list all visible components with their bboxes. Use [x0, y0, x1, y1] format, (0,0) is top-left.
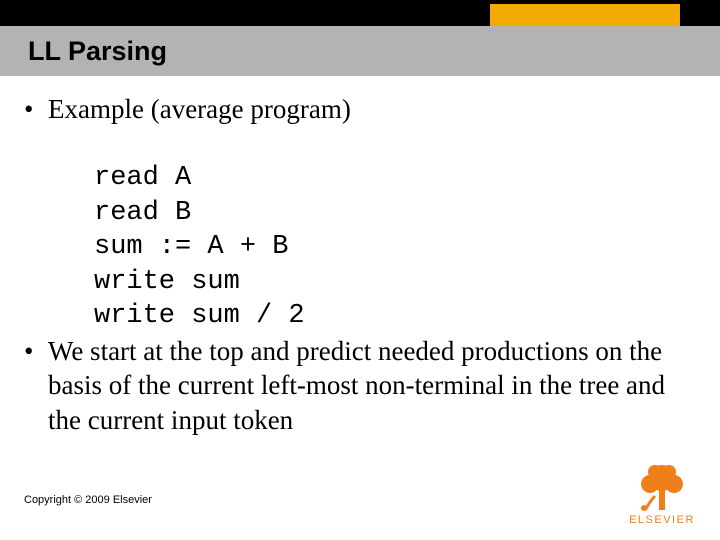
- publisher-logo: ELSEVIER: [622, 460, 702, 526]
- bullet-list: Example (average program): [24, 92, 696, 127]
- publisher-name: ELSEVIER: [622, 514, 702, 526]
- elsevier-tree-icon: [633, 460, 691, 512]
- bullet-list: We start at the top and predict needed p…: [24, 334, 696, 438]
- code-line: write sum: [94, 267, 240, 297]
- title-bar: LL Parsing: [0, 26, 720, 76]
- code-line: read B: [94, 198, 191, 228]
- bullet-example: Example (average program): [24, 92, 696, 127]
- code-block: read A read B sum := A + B write sum wri…: [94, 127, 696, 334]
- code-line: sum := A + B: [94, 232, 288, 262]
- code-line: read A: [94, 163, 191, 193]
- copyright-text: Copyright © 2009 Elsevier: [24, 494, 152, 506]
- content-area: Example (average program) read A read B …: [24, 92, 696, 437]
- slide-title: LL Parsing: [28, 36, 167, 67]
- slide: LL Parsing Example (average program) rea…: [0, 0, 720, 540]
- bullet-explanation: We start at the top and predict needed p…: [24, 334, 696, 438]
- code-line: write sum / 2: [94, 301, 305, 331]
